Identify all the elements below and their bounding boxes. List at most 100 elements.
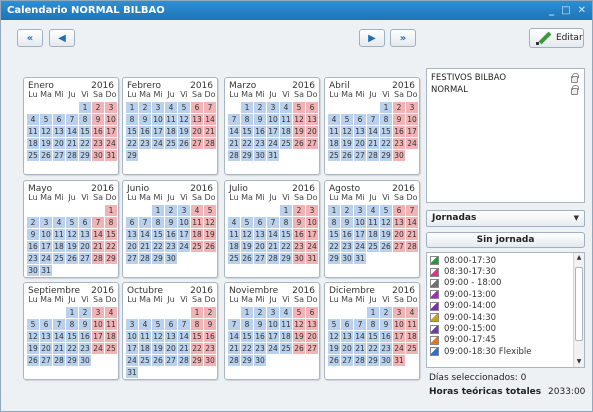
day-cell[interactable]: 27: [393, 241, 405, 252]
day-cell[interactable]: 27: [40, 355, 52, 366]
day-cell[interactable]: 13: [79, 229, 91, 240]
day-cell[interactable]: 14: [406, 217, 418, 228]
day-cell[interactable]: 11: [139, 331, 151, 342]
day-cell[interactable]: 23: [393, 138, 405, 149]
day-cell[interactable]: 26: [328, 355, 340, 366]
day-cell[interactable]: 4: [165, 102, 177, 113]
day-cell[interactable]: 1: [367, 307, 379, 318]
day-cell[interactable]: 8: [241, 114, 253, 125]
day-cell[interactable]: 13: [126, 229, 138, 240]
day-cell[interactable]: 10: [152, 114, 164, 125]
day-cell[interactable]: 18: [228, 241, 240, 252]
day-cell[interactable]: 15: [367, 331, 379, 342]
day-cell[interactable]: 12: [380, 217, 392, 228]
day-cell[interactable]: 10: [178, 217, 190, 228]
day-cell[interactable]: 28: [406, 241, 418, 252]
day-cell[interactable]: 7: [267, 217, 279, 228]
day-cell[interactable]: 16: [204, 331, 216, 342]
day-cell[interactable]: 9: [293, 217, 305, 228]
day-cell[interactable]: 12: [204, 217, 216, 228]
day-cell[interactable]: 17: [406, 126, 418, 137]
day-cell[interactable]: 21: [367, 138, 379, 149]
day-cell[interactable]: 15: [241, 126, 253, 137]
day-cell[interactable]: 4: [280, 307, 292, 318]
day-cell[interactable]: 18: [53, 241, 65, 252]
day-cell[interactable]: 2: [254, 307, 266, 318]
day-cell[interactable]: 6: [393, 205, 405, 216]
day-cell[interactable]: 7: [66, 114, 78, 125]
day-cell[interactable]: 9: [92, 114, 104, 125]
day-cell[interactable]: 5: [328, 319, 340, 330]
day-cell[interactable]: 14: [367, 126, 379, 137]
day-cell[interactable]: 13: [306, 319, 318, 330]
jornada-item[interactable]: 09:00-15:00: [427, 323, 584, 334]
day-cell[interactable]: 26: [341, 150, 353, 161]
day-cell[interactable]: 11: [53, 229, 65, 240]
day-cell[interactable]: 15: [105, 229, 117, 240]
day-cell[interactable]: 21: [204, 126, 216, 137]
day-cell[interactable]: 25: [228, 253, 240, 264]
day-cell[interactable]: 26: [380, 241, 392, 252]
day-cell[interactable]: 18: [367, 229, 379, 240]
day-cell[interactable]: 27: [53, 150, 65, 161]
day-cell[interactable]: 13: [53, 126, 65, 137]
day-cell[interactable]: 25: [27, 150, 39, 161]
day-cell[interactable]: 15: [328, 229, 340, 240]
day-cell[interactable]: 29: [152, 253, 164, 264]
day-cell[interactable]: 7: [354, 319, 366, 330]
day-cell[interactable]: 5: [66, 217, 78, 228]
jornada-item[interactable]: 09:00-13:00: [427, 289, 584, 300]
day-cell[interactable]: 14: [228, 126, 240, 137]
day-cell[interactable]: 12: [178, 114, 190, 125]
day-cell[interactable]: 6: [306, 102, 318, 113]
day-cell[interactable]: 23: [380, 343, 392, 354]
day-cell[interactable]: 1: [79, 102, 91, 113]
day-cell[interactable]: 31: [126, 367, 138, 378]
day-cell[interactable]: 28: [53, 355, 65, 366]
day-cell[interactable]: 17: [393, 331, 405, 342]
day-cell[interactable]: 4: [139, 319, 151, 330]
day-cell[interactable]: 6: [306, 307, 318, 318]
day-cell[interactable]: 24: [92, 343, 104, 354]
day-cell[interactable]: 2: [165, 205, 177, 216]
jornada-item[interactable]: 09:00-14:00: [427, 301, 584, 312]
day-cell[interactable]: 13: [40, 331, 52, 342]
day-cell[interactable]: 28: [228, 355, 240, 366]
day-cell[interactable]: 11: [105, 319, 117, 330]
day-cell[interactable]: 10: [105, 114, 117, 125]
day-cell[interactable]: 17: [105, 126, 117, 137]
day-cell[interactable]: 16: [393, 126, 405, 137]
maximize-icon[interactable]: □: [561, 1, 570, 20]
day-cell[interactable]: 9: [254, 319, 266, 330]
day-cell[interactable]: 30: [165, 253, 177, 264]
day-cell[interactable]: 19: [204, 229, 216, 240]
day-cell[interactable]: 24: [126, 355, 138, 366]
day-cell[interactable]: 12: [241, 229, 253, 240]
day-cell[interactable]: 26: [27, 355, 39, 366]
day-cell[interactable]: 31: [306, 253, 318, 264]
day-cell[interactable]: 19: [178, 126, 190, 137]
day-cell[interactable]: 22: [241, 343, 253, 354]
day-cell[interactable]: 28: [66, 150, 78, 161]
day-cell[interactable]: 8: [380, 114, 392, 125]
day-cell[interactable]: 10: [267, 319, 279, 330]
day-cell[interactable]: 23: [139, 138, 151, 149]
day-cell[interactable]: 16: [165, 229, 177, 240]
day-cell[interactable]: 23: [341, 241, 353, 252]
day-cell[interactable]: 21: [53, 343, 65, 354]
day-cell[interactable]: 18: [280, 126, 292, 137]
day-cell[interactable]: 29: [79, 150, 91, 161]
day-cell[interactable]: 18: [280, 331, 292, 342]
day-cell[interactable]: 14: [228, 331, 240, 342]
day-cell[interactable]: 8: [367, 319, 379, 330]
day-cell[interactable]: 26: [178, 138, 190, 149]
day-cell[interactable]: 18: [406, 331, 418, 342]
day-cell[interactable]: 11: [191, 217, 203, 228]
day-cell[interactable]: 28: [204, 138, 216, 149]
day-cell[interactable]: 11: [27, 126, 39, 137]
day-cell[interactable]: 5: [40, 114, 52, 125]
day-cell[interactable]: 9: [254, 114, 266, 125]
day-cell[interactable]: 2: [139, 102, 151, 113]
day-cell[interactable]: 11: [406, 319, 418, 330]
day-cell[interactable]: 5: [293, 307, 305, 318]
